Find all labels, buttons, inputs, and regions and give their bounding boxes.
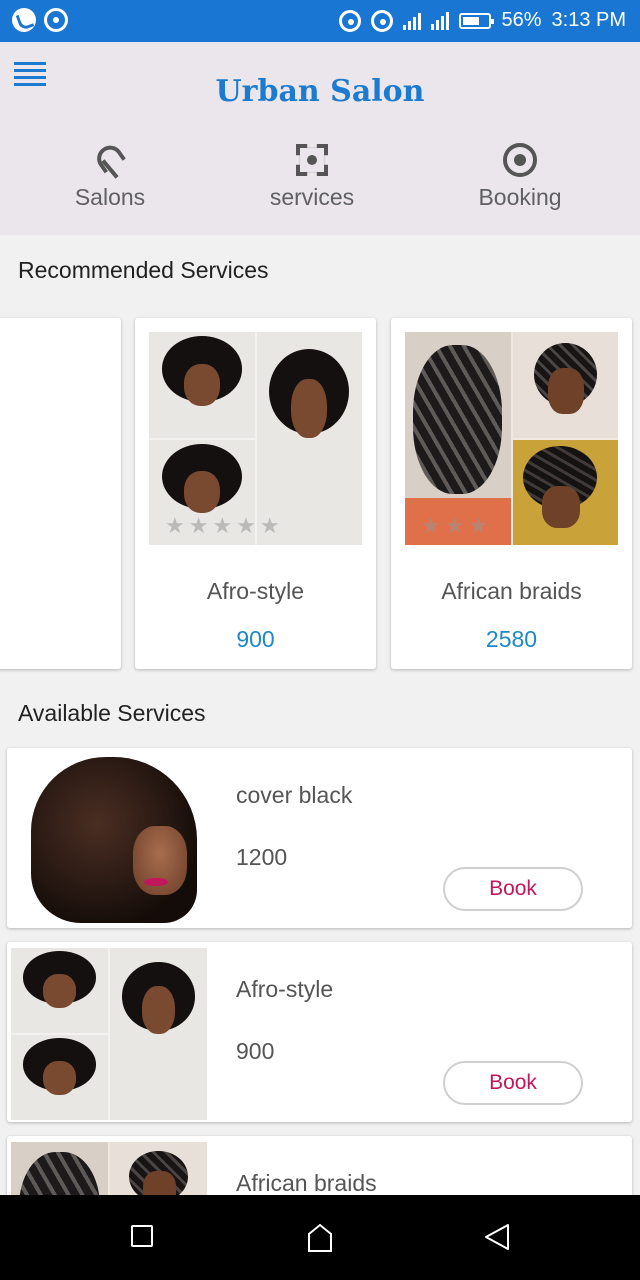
tab-booking[interactable]: Booking [430, 142, 610, 211]
service-name: Afro-style [236, 976, 334, 1002]
service-image [11, 948, 207, 1120]
home-icon[interactable] [300, 1221, 340, 1253]
service-name: cover black [236, 782, 353, 808]
tab-services[interactable]: services [222, 142, 402, 211]
service-image: ★★★★★ [149, 332, 362, 545]
app-title: Urban Salon [215, 74, 425, 109]
data-signal-icon [431, 11, 450, 30]
radio-target-icon [502, 142, 538, 178]
service-price: 00 [0, 626, 5, 653]
rating-stars-icon: ★★★ [421, 513, 493, 538]
battery-level: 56% [501, 9, 542, 31]
focus-frame-icon [294, 142, 330, 178]
tab-label: services [269, 184, 355, 210]
system-nav-bar [0, 1195, 640, 1280]
tab-salons[interactable]: Salons [20, 142, 200, 211]
recommended-card[interactable]: black 00 [0, 318, 121, 669]
rating-stars-icon: ★★★★★ [165, 513, 284, 538]
recent-apps-icon[interactable] [122, 1221, 162, 1253]
service-image [11, 1142, 207, 1195]
back-icon[interactable] [478, 1221, 518, 1253]
service-name: African braids [441, 578, 582, 604]
service-name: African braids [236, 1170, 377, 1195]
book-button[interactable]: Book [443, 1061, 583, 1105]
recommended-section-title: Recommended Services [18, 257, 269, 283]
clock: 3:13 PM [551, 9, 626, 31]
book-button[interactable]: Book [443, 867, 583, 911]
recommended-card[interactable]: ★★★★★ Afro-style 900 [135, 318, 376, 669]
battery-icon [459, 12, 495, 29]
service-price: 1200 [236, 844, 288, 870]
app-header: Urban Salon Salons services Booking [0, 42, 640, 235]
status-bar: 56% 3:13 PM [0, 0, 640, 42]
service-image [11, 754, 207, 926]
umbrella-icon [92, 142, 128, 178]
service-price: 900 [236, 626, 275, 652]
sync-icon [44, 8, 68, 32]
tab-label: Booking [478, 184, 562, 210]
main-content[interactable]: Recommended Services black 00 ★★★★★ Afro… [0, 235, 640, 1195]
recommended-card[interactable]: ★★★ African braids 2580 [391, 318, 632, 669]
service-price: 2580 [485, 626, 538, 652]
service-name: Afro-style [206, 578, 305, 604]
signal-icon [403, 12, 422, 30]
available-service-row[interactable]: Afro-style 900 Book [7, 942, 632, 1122]
service-price: 900 [236, 1038, 275, 1064]
alarm-icon [371, 9, 394, 32]
available-section-title: Available Services [18, 700, 206, 726]
available-service-row[interactable]: cover black 1200 Book [7, 748, 632, 928]
service-image: ★★★ [405, 332, 618, 545]
hotspot-icon [339, 9, 362, 32]
available-service-row[interactable]: African braids [7, 1136, 632, 1195]
phone-call-icon [12, 8, 36, 32]
top-tabs: Salons services Booking [0, 142, 640, 222]
service-name: black [0, 578, 5, 605]
tab-label: Salons [74, 184, 146, 210]
